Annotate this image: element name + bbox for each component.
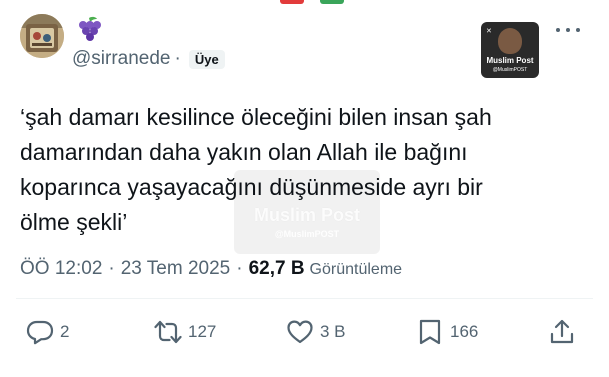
author-handle[interactable]: @sirranede	[72, 48, 171, 70]
repost-button[interactable]: 127	[154, 318, 216, 346]
x-logo-icon: ✕	[486, 28, 492, 35]
bookmark-button[interactable]: 166	[416, 318, 478, 346]
top-flags	[280, 0, 344, 4]
retweet-icon	[154, 320, 182, 344]
meta-separator: ·	[236, 258, 243, 279]
grapes-icon	[79, 16, 101, 41]
watermark-name: Muslim Post	[253, 205, 360, 225]
brand-portrait	[498, 28, 522, 54]
avatar-image	[20, 14, 64, 58]
brand-logo[interactable]: ✕ Muslim Post @MuslimPOST	[481, 22, 539, 78]
member-badge[interactable]: Üye	[188, 49, 225, 69]
avatar[interactable]	[20, 14, 64, 58]
views-label: Görüntüleme	[309, 261, 403, 278]
bookmark-count: 166	[450, 322, 479, 341]
share-button[interactable]	[548, 318, 576, 346]
more-options-icon[interactable]	[556, 20, 580, 40]
divider	[16, 298, 593, 299]
handle-separator: ·	[174, 48, 181, 69]
tweet-date[interactable]: 23 Tem 2025	[121, 258, 231, 280]
author-line: @sirranede · Üye	[72, 48, 225, 70]
share-icon	[550, 319, 574, 344]
like-button[interactable]: 3 B	[286, 318, 346, 346]
tweet-time[interactable]: ÖÖ 12:02	[20, 258, 102, 280]
bookmark-icon	[419, 319, 441, 345]
green-tab	[320, 0, 344, 4]
like-count: 3 B	[320, 322, 346, 341]
repost-count: 127	[188, 322, 217, 341]
heart-icon	[287, 320, 313, 344]
brand-name: Muslim Post	[486, 56, 534, 65]
brand-handle: @MuslimPOST	[492, 67, 528, 73]
reply-icon	[26, 320, 54, 345]
red-tab	[280, 0, 304, 4]
meta-separator: ·	[108, 258, 115, 279]
reply-button[interactable]: 2	[26, 318, 69, 346]
watermark-handle: @MuslimPOST	[274, 229, 340, 239]
tweet-meta: ÖÖ 12:02 · 23 Tem 2025 · 62,7 B Görüntül…	[20, 258, 402, 280]
watermark: Muslim Post @MuslimPOST	[234, 170, 380, 254]
views-count: 62,7 B	[248, 258, 305, 279]
reply-count: 2	[60, 322, 70, 341]
